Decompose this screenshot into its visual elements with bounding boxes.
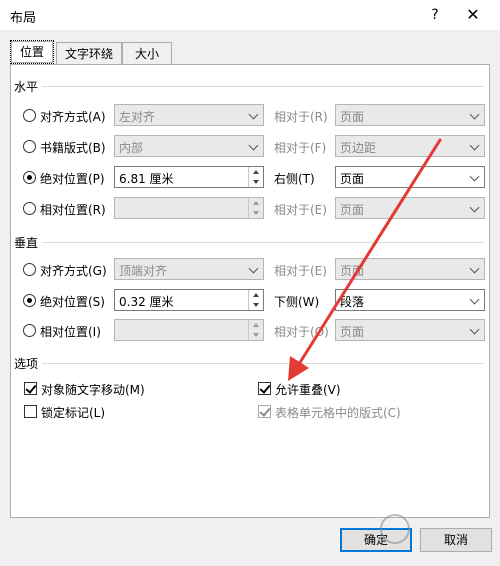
label-h-alignment: 对齐方式(A) xyxy=(40,110,106,124)
tab-text-wrapping[interactable]: 文字环绕 xyxy=(56,42,122,64)
label-allow-overlap: 允许重叠(V) xyxy=(275,383,341,397)
combo-value: 页面 xyxy=(340,325,365,339)
section-options: 选项 xyxy=(14,357,39,371)
title-bar: 布局 ? ✕ xyxy=(0,0,500,30)
combo-h-align-relative[interactable]: 页面 xyxy=(335,104,485,126)
radio-v-alignment[interactable] xyxy=(23,263,36,276)
chevron-down-icon xyxy=(466,290,484,310)
spin-up-icon[interactable] xyxy=(248,198,263,208)
label-h-relative-relative: 相对于(E) xyxy=(274,203,327,217)
close-icon[interactable]: ✕ xyxy=(462,4,484,26)
spin-up-icon[interactable] xyxy=(248,167,263,177)
label-layout-in-cell: 表格单元格中的版式(C) xyxy=(275,406,401,420)
combo-h-relative-relative[interactable]: 页面 xyxy=(335,197,485,219)
section-horizontal: 水平 xyxy=(14,80,39,94)
label-h-absolute: 绝对位置(P) xyxy=(40,172,105,186)
combo-book-layout[interactable]: 内部 xyxy=(114,135,264,157)
spin-down-icon[interactable] xyxy=(248,208,263,218)
label-h-align-relative: 相对于(R) xyxy=(274,110,328,124)
label-book-relative: 相对于(F) xyxy=(274,141,327,155)
section-divider xyxy=(42,363,484,364)
chevron-down-icon xyxy=(466,320,484,340)
spin-value: 0.32 厘米 xyxy=(119,295,174,309)
combo-value: 左对齐 xyxy=(119,110,156,124)
dialog-title: 布局 xyxy=(10,11,37,26)
label-h-relative: 相对位置(R) xyxy=(40,203,106,217)
help-icon[interactable]: ? xyxy=(424,4,446,26)
tab-size[interactable]: 大小 xyxy=(122,42,172,64)
chevron-down-icon xyxy=(245,259,263,279)
spin-h-absolute[interactable]: 6.81 厘米 xyxy=(114,166,264,188)
combo-value: 页面 xyxy=(340,203,365,217)
combo-value: 段落 xyxy=(340,295,365,309)
combo-value: 页面 xyxy=(340,110,365,124)
watermark-icon xyxy=(380,514,410,544)
radio-h-alignment[interactable] xyxy=(23,109,36,122)
combo-value: 页面 xyxy=(340,264,365,278)
combo-v-relative-relative[interactable]: 页面 xyxy=(335,319,485,341)
label-v-alignment: 对齐方式(G) xyxy=(40,264,107,278)
checkbox-lock-anchor[interactable] xyxy=(24,405,37,418)
spin-value: 6.81 厘米 xyxy=(119,172,174,186)
watermark-logo xyxy=(380,510,495,562)
label-book-layout: 书籍版式(B) xyxy=(40,141,106,155)
combo-v-absolute-relative[interactable]: 段落 xyxy=(335,289,485,311)
checkbox-layout-in-cell[interactable] xyxy=(258,405,271,418)
chevron-down-icon xyxy=(466,105,484,125)
label-v-relative-relative: 相对于(O) xyxy=(274,325,329,339)
chevron-down-icon xyxy=(466,167,484,187)
label-v-align-relative: 相对于(E) xyxy=(274,264,327,278)
radio-v-relative[interactable] xyxy=(23,324,36,337)
label-v-relative: 相对位置(I) xyxy=(40,325,101,339)
radio-h-relative[interactable] xyxy=(23,202,36,215)
chevron-down-icon xyxy=(466,136,484,156)
label-move-with-text: 对象随文字移动(M) xyxy=(41,383,145,397)
chevron-down-icon xyxy=(245,136,263,156)
radio-book-layout[interactable] xyxy=(23,140,36,153)
chevron-down-icon xyxy=(466,259,484,279)
checkbox-allow-overlap[interactable] xyxy=(258,382,271,395)
combo-value: 页面 xyxy=(340,172,365,186)
label-v-absolute: 绝对位置(S) xyxy=(40,295,105,309)
radio-v-absolute[interactable] xyxy=(23,294,36,307)
label-v-absolute-relative: 下侧(W) xyxy=(274,295,320,309)
chevron-down-icon xyxy=(245,105,263,125)
spin-v-absolute[interactable]: 0.32 厘米 xyxy=(114,289,264,311)
section-vertical: 垂直 xyxy=(14,236,39,250)
spin-up-icon[interactable] xyxy=(248,320,263,330)
spin-up-icon[interactable] xyxy=(248,290,263,300)
spin-down-icon[interactable] xyxy=(248,177,263,187)
combo-value: 页边距 xyxy=(340,141,377,155)
layout-dialog: 布局 ? ✕ 位置 文字环绕 大小 水平 对齐方式(A) 左对齐 相对于(R) … xyxy=(0,0,500,566)
checkbox-move-with-text[interactable] xyxy=(24,382,37,395)
combo-h-alignment[interactable]: 左对齐 xyxy=(114,104,264,126)
combo-h-absolute-relative[interactable]: 页面 xyxy=(335,166,485,188)
combo-value: 顶端对齐 xyxy=(119,264,168,278)
spin-v-relative[interactable] xyxy=(114,319,264,341)
spin-down-icon[interactable] xyxy=(248,330,263,340)
combo-book-relative[interactable]: 页边距 xyxy=(335,135,485,157)
section-divider xyxy=(42,242,484,243)
label-lock-anchor: 锁定标记(L) xyxy=(41,406,106,420)
spin-h-relative[interactable] xyxy=(114,197,264,219)
combo-v-align-relative[interactable]: 页面 xyxy=(335,258,485,280)
combo-value: 内部 xyxy=(119,141,144,155)
label-h-absolute-relative: 右侧(T) xyxy=(274,172,315,186)
radio-h-absolute[interactable] xyxy=(23,171,36,184)
spin-down-icon[interactable] xyxy=(248,300,263,310)
tab-position[interactable]: 位置 xyxy=(10,40,54,64)
section-divider xyxy=(42,86,484,87)
chevron-down-icon xyxy=(466,198,484,218)
combo-v-alignment[interactable]: 顶端对齐 xyxy=(114,258,264,280)
